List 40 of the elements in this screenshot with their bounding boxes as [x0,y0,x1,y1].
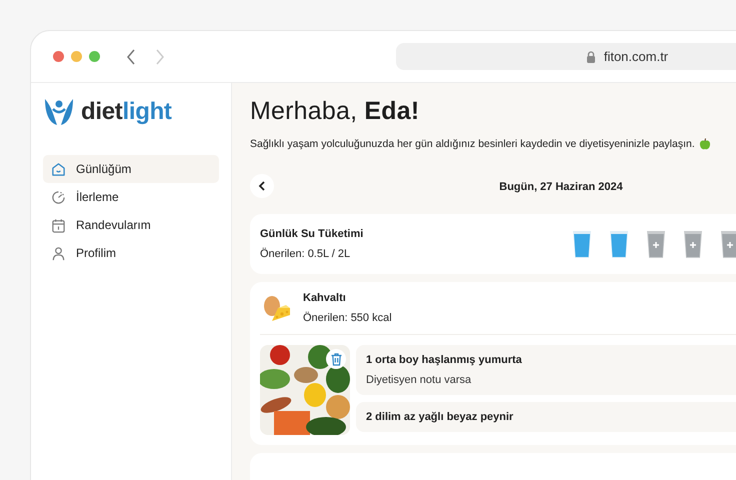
card-title: Günlük Su Tüketimi [260,228,364,240]
greeting-heading: Merhaba, Eda! [250,97,420,126]
water-glass-icon[interactable] [609,229,629,259]
logo-text: dietlight [81,98,172,126]
meal-title: Kahvaltı [303,292,347,304]
empty-glass-icon[interactable] [683,229,703,259]
back-icon[interactable] [125,48,137,66]
previous-day-button[interactable] [250,174,274,198]
empty-glass-icon[interactable] [646,229,666,259]
food-item[interactable]: 1 orta boy haşlanmış yumurta Diyetisyen notu varsa [356,345,736,395]
egg-and-cheese-icon [262,294,292,322]
food-item[interactable]: 2 dilim az yağlı beyaz peynir [356,402,736,432]
dietitian-note: Diyetisyen notu varsa [366,374,472,386]
person-icon [51,246,66,260]
chevron-left-icon [258,181,266,191]
home-icon [51,162,66,176]
gauge-icon [51,190,66,204]
address-bar[interactable]: fiton.com.tr [396,43,736,70]
trash-icon [330,352,342,366]
close-dot[interactable] [53,51,64,62]
intro-text: Sağlıklı yaşam yolculuğunuzda her gün aldığınız besinleri kaydedin ve diyetisyeninizle paylaşın. [250,138,695,150]
nav-item[interactable]: İlerleme [43,183,219,211]
meal-subtitle: Önerilen: 550 kcal [303,312,392,324]
date-label: Bugün, 27 Haziran 2024 [499,181,623,193]
nav-item[interactable]: Randevularım [43,211,219,239]
lock-icon [586,50,596,62]
forward-icon[interactable] [154,48,166,66]
food-name: 2 dilim az yağlı beyaz peynir [366,411,514,423]
water-glass-icon[interactable] [572,229,592,259]
maximize-dot[interactable] [89,51,100,62]
url-text: fiton.com.tr [604,49,668,64]
nav-item[interactable]: Profilim [43,239,219,267]
minimize-dot[interactable] [71,51,82,62]
empty-glass-icon[interactable] [720,229,736,259]
card-subtitle: Önerilen: 0.5L / 2L [260,248,352,260]
food-name: 1 orta boy haşlanmış yumurta [366,354,523,366]
logo-icon [43,97,75,127]
nav-item[interactable]: Günlüğüm [43,155,219,183]
calendar-icon [51,218,66,232]
apple-icon [698,138,711,150]
